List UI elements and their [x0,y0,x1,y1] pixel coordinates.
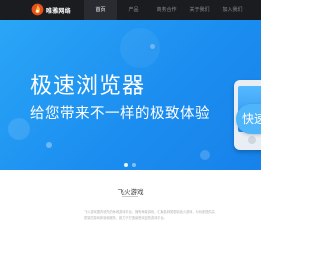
nav-item-join[interactable]: 加入我们 [216,0,249,20]
decor-bubble [200,150,210,160]
carousel-dot-2[interactable] [132,163,136,167]
nav-item-home[interactable]: 首页 [84,0,117,20]
hero-subtitle: 给您带来不一样的极致体验 [30,106,210,122]
decor-bubble [8,118,30,140]
nav-item-business[interactable]: 商务合作 [150,0,183,20]
carousel-dot-1[interactable] [124,163,128,167]
top-nav-bar: 唯雅网络 首页 产品 商务合作 关于我们 加入我们 [0,0,261,20]
decor-bubble [120,28,160,68]
main-nav: 首页 产品 商务合作 关于我们 加入我们 [84,0,249,20]
site-logo[interactable]: 唯雅网络 [31,3,71,17]
carousel-dots [124,163,136,167]
section-divider [122,196,138,197]
flame-logo-icon [31,1,44,20]
logo-text: 唯雅网络 [46,7,71,15]
hero-banner: 极速浏览器 给您带来不一样的极致体验 快速 [0,20,261,170]
nav-item-about[interactable]: 关于我们 [183,0,216,20]
section-description: 飞火游戏国内领先的休闲游戏平台，拥有海量游戏，汇聚各种类型精品小游戏，为玩家提供… [84,210,215,220]
decor-bubble [46,142,52,148]
section-title: 飞火游戏 [117,188,144,196]
hero-title: 极速浏览器 [30,74,146,99]
phone-home-button [248,136,256,144]
hero-badge: 快速 [236,104,261,134]
nav-item-products[interactable]: 产品 [117,0,150,20]
